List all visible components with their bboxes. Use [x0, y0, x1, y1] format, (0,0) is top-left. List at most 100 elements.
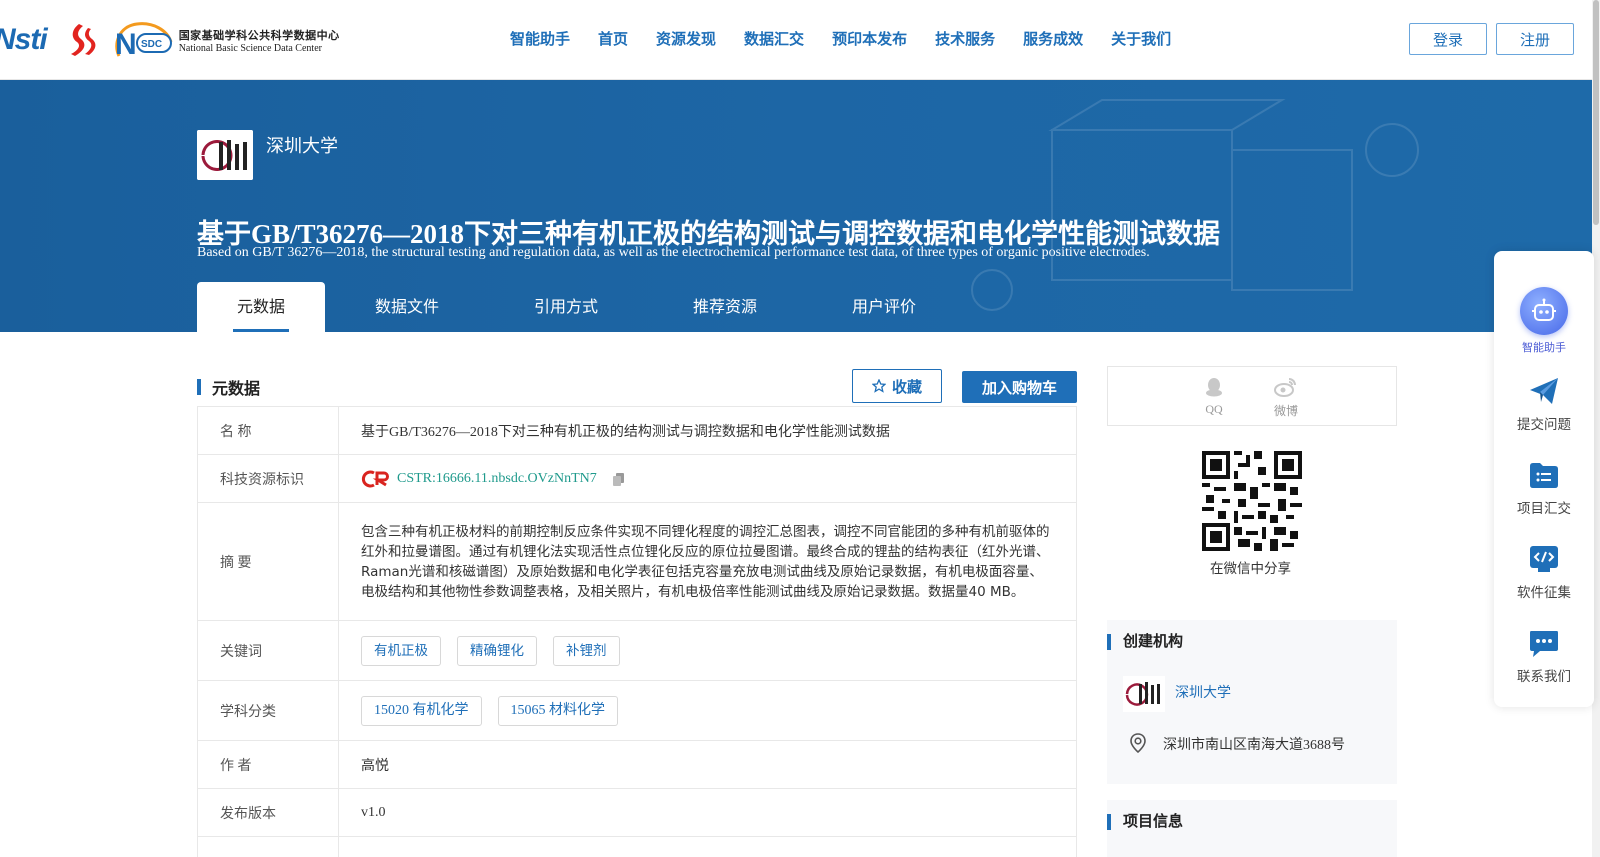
cstr-text: CSTR:16666.11.nbsdc.OVzNnTN7: [397, 470, 597, 486]
table-row: [198, 837, 1076, 857]
row-key: [198, 837, 339, 857]
content-tabs: 元数据 数据文件 引用方式 推荐资源 用户评价: [197, 282, 916, 332]
subject-list: 15020 有机化学 15065 材料化学: [339, 681, 1076, 740]
star-icon: [871, 379, 886, 393]
float-item-label: 联系我们: [1517, 669, 1571, 685]
org-name-link[interactable]: 深圳大学: [1175, 682, 1231, 702]
institution-name[interactable]: 深圳大学: [266, 132, 338, 158]
float-item-label: 提交问题: [1517, 417, 1571, 433]
nsdc-badge-icon: N SDC: [115, 22, 173, 60]
row-value: [339, 837, 1076, 857]
red-swoosh-logo[interactable]: [61, 20, 101, 60]
logo-group: Nsti N SDC 国家基础学科公共科学数据中心 National Basic…: [0, 18, 340, 62]
nav-tech-service[interactable]: 技术服务: [935, 28, 995, 49]
top-header: Nsti N SDC 国家基础学科公共科学数据中心 National Basic…: [0, 0, 1600, 80]
abstract-text: 包含三种有机正极材料的前期控制反应条件实现不同锂化程度的调控汇总图表，调控不同官…: [361, 523, 1050, 600]
nav-preprint[interactable]: 预印本发布: [832, 28, 907, 49]
weibo-icon: [1274, 378, 1296, 397]
favorite-label: 收藏: [891, 377, 922, 396]
tab-reviews[interactable]: 用户评价: [852, 282, 916, 332]
register-button[interactable]: 注册: [1496, 23, 1574, 55]
tab-data-files[interactable]: 数据文件: [375, 282, 439, 332]
card-title: 项目信息: [1123, 812, 1184, 830]
float-project-submission[interactable]: 项目汇交: [1494, 459, 1594, 517]
row-key: 学科分类: [198, 681, 339, 740]
nsdc-name-en: National Basic Science Data Center: [178, 42, 322, 54]
location-pin-icon: [1130, 733, 1146, 754]
row-key: 发布版本: [198, 789, 339, 836]
tab-citation[interactable]: 引用方式: [534, 282, 598, 332]
float-item-label: 软件征集: [1517, 585, 1571, 601]
table-row: 作 者 高悦: [198, 741, 1076, 789]
tab-metadata[interactable]: 元数据: [197, 282, 325, 332]
share-weibo[interactable]: 微博: [1266, 376, 1306, 419]
qq-icon: [1206, 378, 1222, 397]
nav-ai-assistant[interactable]: 智能助手: [510, 28, 570, 49]
cstr-identifier[interactable]: CSTR:16666.11.nbsdc.OVzNnTN7: [361, 470, 627, 488]
float-submit-question[interactable]: 提交问题: [1494, 375, 1594, 433]
add-to-cart-button[interactable]: 加入购物车: [962, 371, 1077, 403]
nav-home[interactable]: 首页: [598, 28, 628, 49]
float-item-label: 项目汇交: [1517, 501, 1571, 517]
table-row: 发布版本 v1.0: [198, 789, 1076, 837]
nsdc-badge-text: SDC: [141, 39, 162, 50]
metadata-table: 名 称 基于GB/T36276—2018下对三种有机正极的结构测试与调控数据和电…: [197, 406, 1077, 857]
institution-logo: [197, 130, 253, 180]
row-key: 科技资源标识: [198, 455, 339, 502]
qq-label: QQ: [1205, 402, 1223, 416]
weibo-label: 微博: [1273, 404, 1298, 418]
keyword-tag[interactable]: 精确锂化: [457, 635, 537, 666]
banner-decoration: [971, 99, 1419, 311]
wechat-qr-code: [1202, 451, 1302, 551]
floating-toolbar: 智能助手 提交问题 项目汇交 软件征集 联系我们: [1494, 251, 1594, 707]
keyword-tag[interactable]: 补锂剂: [553, 635, 620, 666]
card-title: 创建机构: [1123, 632, 1184, 650]
float-software-collection[interactable]: 软件征集: [1494, 543, 1594, 601]
nav-resource-discovery[interactable]: 资源发现: [656, 28, 716, 49]
creator-org-card: 创建机构 深圳大学 深圳市南山区南海大道3688号: [1107, 620, 1397, 784]
table-row: 摘 要 包含三种有机正极材料的前期控制反应条件实现不同锂化程度的调控汇总图表，调…: [198, 503, 1076, 621]
float-contact-us[interactable]: 联系我们: [1494, 627, 1594, 685]
paper-plane-icon: [1530, 378, 1558, 404]
nstl-logo[interactable]: Nsti: [0, 23, 48, 57]
section-marker: [1107, 814, 1111, 830]
nav-service-results[interactable]: 服务成效: [1023, 28, 1083, 49]
row-value: 基于GB/T36276—2018下对三种有机正极的结构测试与调控数据和电化学性能…: [361, 424, 890, 440]
row-key: 作 者: [198, 741, 339, 788]
dataset-banner: 深圳大学 基于GB/T36276—2018下对三种有机正极的结构测试与调控数据和…: [0, 80, 1592, 332]
table-row: 关键词 有机正极 精确锂化 补锂剂: [198, 621, 1076, 681]
float-ai-assistant[interactable]: 智能助手: [1494, 287, 1594, 355]
nsdc-logo[interactable]: N SDC 国家基础学科公共科学数据中心 National Basic Scie…: [113, 20, 340, 60]
nav-data-submission[interactable]: 数据汇交: [744, 28, 804, 49]
keyword-list: 有机正极 精确锂化 补锂剂: [339, 621, 1076, 680]
tab-recommended[interactable]: 推荐资源: [693, 282, 757, 332]
ai-robot-icon: [1520, 287, 1568, 335]
dataset-subtitle: Based on GB/T 36276—2018, the structural…: [197, 245, 1150, 260]
org-logo: [1123, 676, 1165, 712]
metadata-section-header: 元数据 收藏 加入购物车: [197, 369, 1077, 407]
project-info-card: 项目信息: [1107, 800, 1397, 857]
subject-tag[interactable]: 15020 有机化学: [361, 695, 482, 726]
subject-tag[interactable]: 15065 材料化学: [497, 695, 618, 726]
copy-icon[interactable]: [611, 471, 627, 487]
main-nav: 智能助手 首页 资源发现 数据汇交 预印本发布 技术服务 服务成效 关于我们: [510, 28, 1199, 49]
ai-assistant-label: 智能助手: [1522, 341, 1566, 354]
nsdc-name-cn: 国家基础学科公共科学数据中心: [178, 28, 340, 42]
org-address: 深圳市南山区南海大道3688号: [1163, 738, 1345, 753]
row-value: CSTR:16666.11.nbsdc.OVzNnTN7: [339, 455, 1076, 502]
row-key: 摘 要: [198, 503, 339, 620]
version-value: v1.0: [361, 804, 386, 820]
login-button[interactable]: 登录: [1409, 23, 1487, 55]
share-qq[interactable]: QQ: [1194, 376, 1234, 417]
page-scrollbar-thumb[interactable]: [1593, 0, 1599, 225]
table-row: 学科分类 15020 有机化学 15065 材料化学: [198, 681, 1076, 741]
row-key: 关键词: [198, 621, 339, 680]
nav-about[interactable]: 关于我们: [1111, 28, 1171, 49]
author-value: 高悦: [361, 758, 389, 774]
keyword-tag[interactable]: 有机正极: [361, 635, 441, 666]
folder-list-icon: [1530, 463, 1558, 488]
section-marker: [1107, 634, 1111, 650]
section-title: 元数据: [212, 379, 261, 398]
table-row: 名 称 基于GB/T36276—2018下对三种有机正极的结构测试与调控数据和电…: [198, 407, 1076, 455]
favorite-button[interactable]: 收藏: [852, 369, 942, 403]
